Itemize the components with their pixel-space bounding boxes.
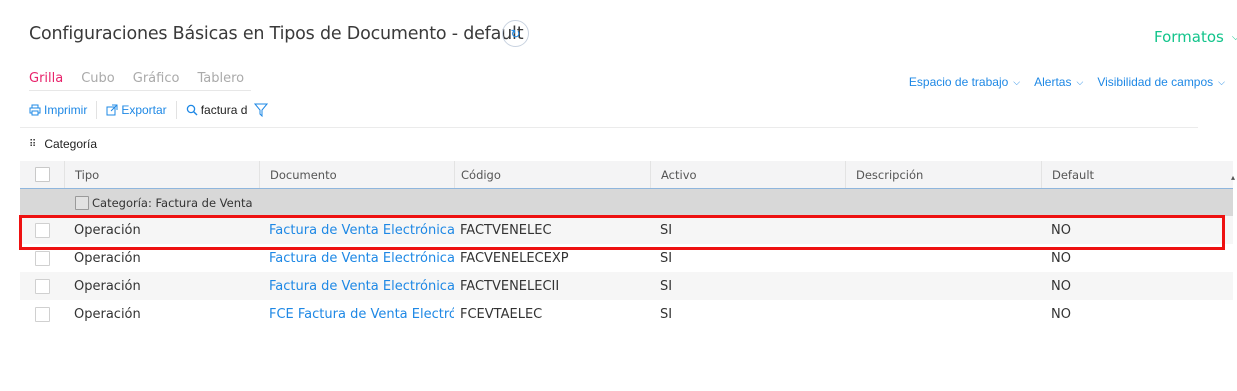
view-tabs: Grilla Cubo Gráfico Tablero xyxy=(29,71,244,86)
search-input[interactable]: factura d xyxy=(201,103,249,117)
row-select-cell xyxy=(20,300,64,328)
cell-documento-link[interactable]: FCE Factura de Venta Electrónica xyxy=(259,300,454,328)
tab-grafico[interactable]: Gráfico xyxy=(133,71,180,86)
cell-default: NO xyxy=(1051,250,1071,266)
cell-descripcion xyxy=(845,216,1041,244)
external-link-icon xyxy=(106,104,118,116)
column-header-activo[interactable]: Activo xyxy=(650,161,845,188)
chevron-down-icon: ⌵ xyxy=(1231,31,1237,43)
tabs-divider xyxy=(29,90,251,91)
alerts-menu-label: Alertas xyxy=(1034,75,1072,89)
select-all-cell xyxy=(20,161,64,188)
cell-descripcion xyxy=(845,272,1041,300)
page: Configuraciones Básicas en Tipos de Docu… xyxy=(0,0,1237,391)
row-checkbox[interactable] xyxy=(34,306,50,322)
cell-default: NO xyxy=(1051,222,1071,238)
grid-toolbar: Imprimir Exportar factura d xyxy=(29,100,268,120)
chevron-down-icon: ⌵ xyxy=(1013,76,1021,87)
refresh-button[interactable]: ↻ xyxy=(502,20,529,47)
chevron-down-icon: ⌵ xyxy=(1218,76,1225,87)
cell-tipo: Operación xyxy=(74,250,141,266)
toolbar-divider xyxy=(96,101,98,119)
table-row[interactable]: Operación FCE Factura de Venta Electróni… xyxy=(20,300,1233,328)
print-label: Imprimir xyxy=(44,103,88,117)
toolbar-divider xyxy=(175,101,177,119)
search-icon xyxy=(186,104,198,116)
tab-grilla[interactable]: Grilla xyxy=(29,71,63,86)
cell-tipo: Operación xyxy=(74,306,141,322)
group-by-chip[interactable]: Categoría xyxy=(44,137,97,151)
cell-tipo: Operación xyxy=(74,222,141,238)
refresh-icon: ↻ xyxy=(510,26,521,41)
table-row[interactable]: Operación Factura de Venta Electrónica F… xyxy=(20,272,1233,300)
cell-codigo: FACVENELECEXP xyxy=(460,250,569,266)
cell-documento-link[interactable]: Factura de Venta Electrónica xyxy=(259,272,454,300)
scroll-indicator-icon[interactable]: ▴ xyxy=(1231,173,1235,182)
page-title: Configuraciones Básicas en Tipos de Docu… xyxy=(29,24,524,44)
alerts-menu[interactable]: Alertas ⌵ xyxy=(1034,75,1083,89)
cell-documento-link[interactable]: Factura de Venta Electrónica xyxy=(259,216,454,244)
cell-activo: SI xyxy=(660,222,673,238)
group-by-bar: ⠿ Categoría xyxy=(29,137,97,151)
row-checkbox[interactable] xyxy=(34,250,50,266)
data-grid: Tipo Documento Código Activo Descripción… xyxy=(20,161,1233,328)
row-select-cell xyxy=(20,216,64,244)
cell-documento-link[interactable]: Factura de Venta Electrónica xyxy=(259,244,454,272)
cell-activo: SI xyxy=(660,278,673,294)
table-row[interactable]: Operación Factura de Venta Electrónica F… xyxy=(20,216,1233,244)
column-header-default[interactable]: Default xyxy=(1041,161,1233,188)
export-button[interactable]: Exportar xyxy=(106,103,167,117)
toolbar-divider-line xyxy=(20,127,1198,128)
row-select-cell xyxy=(20,272,64,300)
field-visibility-menu-label: Visibilidad de campos xyxy=(1097,75,1214,89)
cell-descripcion xyxy=(845,244,1041,272)
cell-default: NO xyxy=(1051,306,1071,322)
row-checkbox[interactable] xyxy=(34,278,50,294)
select-all-checkbox[interactable] xyxy=(34,167,50,182)
column-header-tipo[interactable]: Tipo xyxy=(64,161,259,188)
row-select-cell xyxy=(20,244,64,272)
formatos-dropdown[interactable]: Formatos ⌵ xyxy=(1154,28,1237,46)
row-checkbox[interactable] xyxy=(34,222,50,238)
cell-activo: SI xyxy=(660,306,673,322)
cell-codigo: FACTVENELECII xyxy=(460,278,560,294)
printer-icon xyxy=(29,104,41,116)
search-box[interactable]: factura d xyxy=(186,103,268,117)
formatos-label: Formatos xyxy=(1154,28,1224,46)
column-header-documento[interactable]: Documento xyxy=(259,161,454,188)
grid-header: Tipo Documento Código Activo Descripción… xyxy=(20,161,1233,189)
tab-cubo[interactable]: Cubo xyxy=(81,71,115,86)
print-button[interactable]: Imprimir xyxy=(29,103,87,117)
right-menus: Espacio de trabajo ⌵ Alertas ⌵ Visibilid… xyxy=(909,75,1225,89)
group-checkbox[interactable] xyxy=(75,195,89,210)
field-visibility-menu[interactable]: Visibilidad de campos ⌵ xyxy=(1097,75,1225,89)
column-header-codigo[interactable]: Código xyxy=(454,161,650,188)
cell-activo: SI xyxy=(660,250,673,266)
drag-handle-icon[interactable]: ⠿ xyxy=(29,139,36,150)
cell-default: NO xyxy=(1051,278,1071,294)
table-row[interactable]: Operación Factura de Venta Electrónica F… xyxy=(20,244,1233,272)
group-row[interactable]: Categoría: Factura de Venta xyxy=(20,189,1233,216)
export-label: Exportar xyxy=(121,103,167,117)
cell-codigo: FACTVENELEC xyxy=(460,222,552,238)
cell-codigo: FCEVTAELEC xyxy=(460,306,543,322)
workspace-menu-label: Espacio de trabajo xyxy=(908,75,1009,89)
filter-icon[interactable] xyxy=(253,103,268,117)
column-header-descripcion[interactable]: Descripción xyxy=(845,161,1041,188)
cell-descripcion xyxy=(845,300,1041,328)
group-row-label: Categoría: Factura de Venta xyxy=(92,195,253,210)
workspace-menu[interactable]: Espacio de trabajo ⌵ xyxy=(909,75,1020,89)
cell-tipo: Operación xyxy=(74,278,141,294)
chevron-down-icon: ⌵ xyxy=(1076,76,1084,87)
tab-tablero[interactable]: Tablero xyxy=(197,71,244,86)
